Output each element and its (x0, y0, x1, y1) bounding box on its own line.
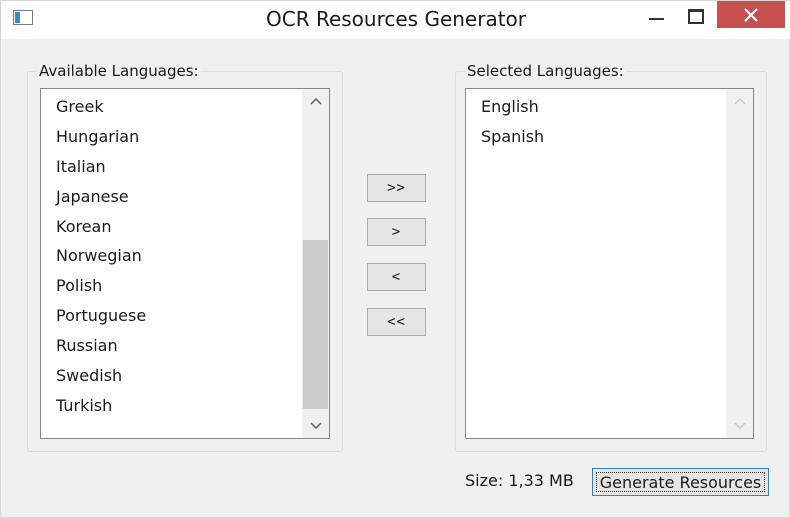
list-item[interactable]: Spanish (466, 122, 726, 152)
scroll-up-arrow-icon[interactable] (302, 89, 329, 113)
selected-languages-list[interactable]: English Spanish (465, 88, 754, 439)
list-item[interactable]: Greek (41, 92, 302, 122)
remove-all-button[interactable]: << (367, 308, 426, 336)
selected-scrollbar (726, 89, 753, 438)
available-languages-label: Available Languages: (37, 62, 201, 80)
close-icon (744, 7, 758, 22)
list-item[interactable]: Hungarian (41, 122, 302, 152)
selected-items: English Spanish (466, 89, 726, 438)
scroll-down-arrow-icon[interactable] (302, 414, 329, 438)
list-item[interactable]: Portuguese (41, 301, 302, 331)
list-item[interactable]: Norwegian (41, 241, 302, 271)
client-area: Available Languages: Selected Languages:… (10, 41, 782, 511)
list-item[interactable]: Swedish (41, 361, 302, 391)
app-window-icon[interactable] (13, 10, 33, 25)
list-item[interactable]: Turkish (41, 391, 302, 421)
generate-resources-button[interactable]: Generate Resources (592, 468, 769, 496)
app-window: OCR Resources Generator Available Langua… (0, 0, 790, 518)
scroll-down-arrow-icon (726, 414, 753, 438)
remove-button[interactable]: < (367, 263, 426, 291)
list-item[interactable]: Korean (41, 212, 302, 242)
available-scrollbar[interactable] (302, 89, 329, 438)
maximize-icon[interactable] (673, 1, 719, 31)
add-all-button[interactable]: >> (367, 174, 426, 202)
title-bar[interactable]: OCR Resources Generator (1, 1, 790, 39)
list-item[interactable]: Italian (41, 152, 302, 182)
size-label: Size: 1,33 MB (465, 471, 574, 490)
available-languages-list[interactable]: Greek Hungarian Italian Japanese Korean Norwe… (40, 88, 330, 439)
list-item[interactable]: Japanese (41, 182, 302, 212)
generate-resources-label: Generate Resources (596, 472, 765, 492)
list-item[interactable]: Russian (41, 331, 302, 361)
scrollbar-thumb[interactable] (303, 240, 328, 409)
selected-languages-label: Selected Languages: (465, 62, 626, 80)
add-button[interactable]: > (367, 218, 426, 246)
scroll-up-arrow-icon (726, 89, 753, 113)
close-button[interactable] (717, 1, 785, 28)
available-items: Greek Hungarian Italian Japanese Korean Norwe… (41, 89, 302, 438)
list-item[interactable]: English (466, 92, 726, 122)
list-item[interactable]: Polish (41, 271, 302, 301)
